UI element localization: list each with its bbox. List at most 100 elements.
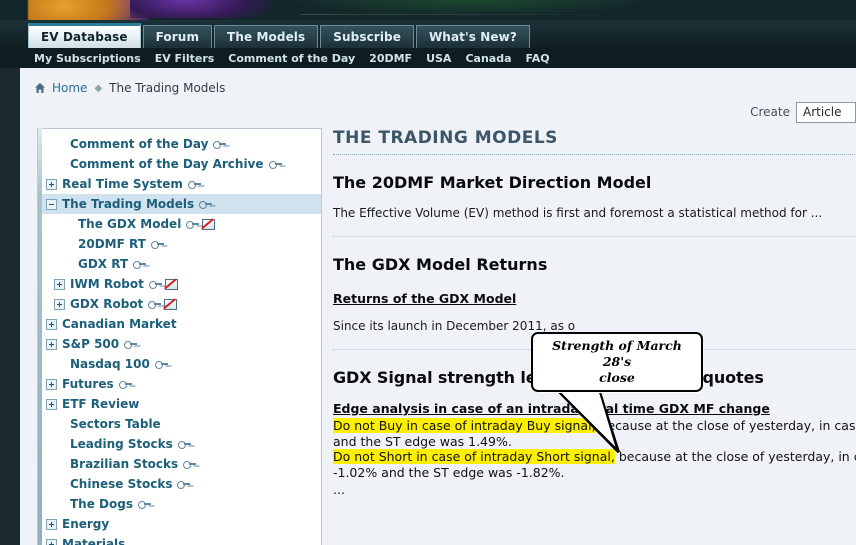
nav-tab-what-s-new[interactable]: What's New? [415,25,530,48]
key-icon [118,380,132,389]
section-body-20dmf: The Effective Volume (EV) method is firs… [333,206,823,220]
sidebar-item-leading-stocks[interactable]: Leading Stocks [38,434,321,454]
edge-line-3-rest: because at the close of yesterday, in ca… [618,449,856,464]
sidebar-item-label: Brazilian Stocks [70,457,179,471]
sidebar-item-label: S&P 500 [62,337,120,351]
edge-line-1-rest: because at the close of yesterday, in ca… [599,418,856,433]
divider-3 [333,349,856,350]
sidebar-item-label: Chinese Stocks [70,477,173,491]
expand-icon[interactable] [46,338,57,350]
edge-line-3-highlight: Do not Short in case of intraday Short s… [333,449,615,464]
breadcrumb-home-link[interactable]: Home [52,81,87,95]
section-body-gdx-returns: Since its launch in December 2011, as o [333,319,576,333]
edge-line-4: -1.02% and the ST edge was -1.82%. [333,464,565,480]
sidebar-item-label: Energy [62,517,110,531]
sidebar-left-edge [37,128,42,545]
divider-1 [333,154,856,155]
key-icon [124,340,138,349]
key-icon [187,180,201,189]
sidebar-item-futures[interactable]: Futures [38,374,321,394]
collapse-icon[interactable] [46,198,57,210]
key-icon [268,160,282,169]
subnav-item-usa[interactable]: USA [426,52,451,65]
edge-analysis-heading: Edge analysis in case of an intraday rea… [333,401,770,416]
sidebar-item-label: GDX RT [78,257,129,271]
sidebar-item-canadian-market[interactable]: Canadian Market [38,314,321,334]
sidebar-item-comment-of-the-day[interactable]: Comment of the Day [38,134,321,154]
sidebar-item-brazilian-stocks[interactable]: Brazilian Stocks [38,454,321,474]
sidebar-item-gdx-robot[interactable]: GDX Robot [38,294,321,314]
sidebar-item-the-gdx-model[interactable]: The GDX Model [38,214,321,234]
create-control-row: Create Article [750,101,856,123]
subnav-item-ev-filters[interactable]: EV Filters [155,52,215,65]
restricted-book-icon [201,218,216,230]
sidebar-item-real-time-system[interactable]: Real Time System [38,174,321,194]
section-heading-20dmf: The 20DMF Market Direction Model [333,173,652,192]
key-icon [186,220,200,229]
section-heading-gdx-signal: GDX Signal strength levels and real time… [333,368,764,387]
primary-nav-bar: EV Database Forum The Models Subscribe What'… [0,20,856,48]
sidebar-item-20dmf-rt[interactable]: 20DMF RT [38,234,321,254]
subnav-item-my-subscriptions[interactable]: My Subscriptions [34,52,141,65]
page-title: THE TRADING MODELS [333,128,558,148]
breadcrumb-current: The Trading Models [109,81,226,95]
sidebar-item-comment-of-the-day-archive[interactable]: Comment of the Day Archive [38,154,321,174]
sidebar-item-the-trading-models[interactable]: The Trading Models [38,194,321,214]
expand-icon[interactable] [46,378,57,390]
subnav-item-20dmf[interactable]: 20DMF [369,52,412,65]
sidebar-item-energy[interactable]: Energy [38,514,321,534]
page-body: Home ◆ The Trading Models Create Article… [20,68,856,545]
key-icon [183,460,197,469]
key-icon [148,300,162,309]
sidebar-item-label: Materials [62,537,126,545]
sidebar-item-gdx-rt[interactable]: GDX RT [38,254,321,274]
sidebar-item-nasdaq-100[interactable]: Nasdaq 100 [38,354,321,374]
edge-line-2: and the ST edge was 1.49%. [333,433,512,449]
restricted-book-icon [164,278,178,290]
edge-line-3: Do not Short in case of intraday Short s… [333,449,856,465]
expand-icon[interactable] [46,178,57,190]
sidebar-item-label: The Dogs [70,497,133,511]
restricted-book-icon [163,298,178,310]
edge-ellipsis: ... [333,482,345,497]
subnav-item-canada[interactable]: Canada [465,52,511,65]
sidebar-item-label: IWM Robot [70,277,144,291]
key-icon [150,240,164,249]
expand-icon[interactable] [54,298,65,310]
expand-icon[interactable] [46,518,57,530]
key-icon [177,480,191,489]
sidebar-item-s-p-500[interactable]: S&P 500 [38,334,321,354]
subnav-item-faq[interactable]: FAQ [526,52,550,65]
nav-tab-forum[interactable]: Forum [142,25,213,48]
sidebar-item-the-dogs[interactable]: The Dogs [38,494,321,514]
sidebar-item-label: Comment of the Day [70,137,209,151]
sidebar-item-label: Comment of the Day Archive [70,157,264,171]
sidebar-item-label: Futures [62,377,114,391]
create-type-select[interactable]: Article [796,101,856,123]
sidebar-item-sectors-table[interactable]: Sectors Table [38,414,321,434]
banner-artwork-mid [130,0,270,18]
nav-tab-the-models[interactable]: The Models [214,25,319,48]
sidebar-item-etf-review[interactable]: ETF Review [38,394,321,414]
sidebar-tree: Comment of the Day Comment of the Day Arc… [38,134,321,545]
expand-icon[interactable] [46,538,57,545]
sidebar-item-label: ETF Review [62,397,140,411]
sidebar-item-label: Nasdaq 100 [70,357,150,371]
key-icon [148,280,162,289]
sidebar-item-iwm-robot[interactable]: IWM Robot [38,274,321,294]
divider-2 [333,236,856,237]
main-content: THE TRADING MODELS The 20DMF Market Dire… [333,128,856,545]
expand-icon[interactable] [46,318,57,330]
sidebar-item-materials[interactable]: Materials [38,534,321,545]
expand-icon[interactable] [54,278,65,290]
sidebar-item-label: Sectors Table [70,417,161,431]
subnav-item-comment-of-the-day[interactable]: Comment of the Day [228,52,355,65]
sidebar-item-label: Leading Stocks [70,437,173,451]
nav-tab-subscribe[interactable]: Subscribe [320,25,414,48]
nav-tab-ev-database[interactable]: EV Database [28,23,141,48]
key-icon [199,200,213,209]
sidebar-item-label: The Trading Models [62,197,195,211]
returns-of-gdx-model-link[interactable]: Returns of the GDX Model [333,291,516,306]
sidebar-item-chinese-stocks[interactable]: Chinese Stocks [38,474,321,494]
expand-icon[interactable] [46,398,57,410]
